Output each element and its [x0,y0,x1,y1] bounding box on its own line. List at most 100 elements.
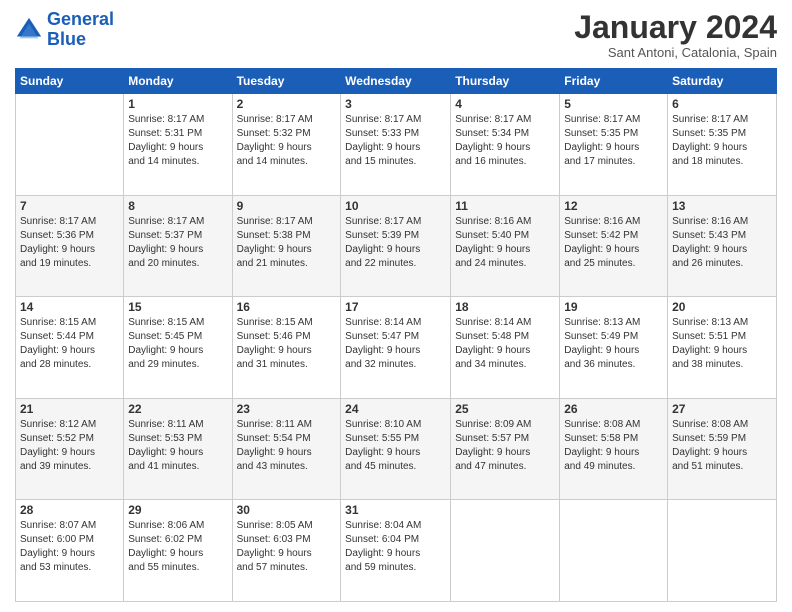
calendar-cell: 30 Sunrise: 8:05 AM Sunset: 6:03 PM Dayli… [232,500,341,602]
day-number: 13 [672,199,772,213]
calendar-cell: 4 Sunrise: 8:17 AM Sunset: 5:34 PM Daylig… [451,94,560,196]
day-number: 8 [128,199,227,213]
day-info: Sunrise: 8:15 AM Sunset: 5:44 PM Dayligh… [20,316,119,372]
day-info: Sunrise: 8:09 AM Sunset: 5:57 PM Dayligh… [455,418,555,474]
day-number: 6 [672,97,772,111]
day-info: Sunrise: 8:05 AM Sunset: 6:03 PM Dayligh… [237,519,337,575]
month-title: January 2024 [574,10,777,45]
day-info: Sunrise: 8:11 AM Sunset: 5:54 PM Dayligh… [237,418,337,474]
day-number: 30 [237,503,337,517]
day-info: Sunrise: 8:16 AM Sunset: 5:42 PM Dayligh… [564,215,663,271]
day-info: Sunrise: 8:12 AM Sunset: 5:52 PM Dayligh… [20,418,119,474]
calendar-cell: 2 Sunrise: 8:17 AM Sunset: 5:32 PM Daylig… [232,94,341,196]
day-info: Sunrise: 8:13 AM Sunset: 5:49 PM Dayligh… [564,316,663,372]
logo-text: General Blue [47,10,114,50]
calendar-cell [668,500,777,602]
day-number: 29 [128,503,227,517]
calendar-cell: 31 Sunrise: 8:04 AM Sunset: 6:04 PM Dayli… [341,500,451,602]
week-row-4: 21Sunrise: 8:12 AM Sunset: 5:52 PM Dayli… [16,398,777,500]
day-number: 28 [20,503,119,517]
day-info: Sunrise: 8:06 AM Sunset: 6:02 PM Dayligh… [128,519,227,575]
day-number: 31 [345,503,446,517]
calendar-header-row: SundayMondayTuesdayWednesdayThursdayFrid… [16,69,777,94]
calendar-cell: 23 Sunrise: 8:11 AM Sunset: 5:54 PM Dayli… [232,398,341,500]
day-info: Sunrise: 8:14 AM Sunset: 5:48 PM Dayligh… [455,316,555,372]
day-info: Sunrise: 8:15 AM Sunset: 5:46 PM Dayligh… [237,316,337,372]
day-number: 27 [672,402,772,416]
day-number: 9 [237,199,337,213]
day-info: Sunrise: 8:17 AM Sunset: 5:31 PM Dayligh… [128,113,227,169]
calendar-cell: 29 Sunrise: 8:06 AM Sunset: 6:02 PM Dayli… [124,500,232,602]
day-info: Sunrise: 8:17 AM Sunset: 5:34 PM Dayligh… [455,113,555,169]
day-info: Sunrise: 8:17 AM Sunset: 5:38 PM Dayligh… [237,215,337,271]
day-number: 14 [20,300,119,314]
calendar-cell: 6 Sunrise: 8:17 AM Sunset: 5:35 PM Daylig… [668,94,777,196]
calendar-body: 1 Sunrise: 8:17 AM Sunset: 5:31 PM Daylig… [16,94,777,602]
day-info: Sunrise: 8:16 AM Sunset: 5:40 PM Dayligh… [455,215,555,271]
calendar-cell: 25 Sunrise: 8:09 AM Sunset: 5:57 PM Dayli… [451,398,560,500]
week-row-3: 14 Sunrise: 8:15 AM Sunset: 5:44 PM Dayli… [16,297,777,399]
day-info: Sunrise: 8:11 AM Sunset: 5:53 PM Dayligh… [128,418,227,474]
day-info: Sunrise: 8:14 AM Sunset: 5:47 PM Dayligh… [345,316,446,372]
calendar-cell: 3Sunrise: 8:17 AM Sunset: 5:33 PM Daylig… [341,94,451,196]
col-header-wednesday: Wednesday [341,69,451,94]
calendar-table: SundayMondayTuesdayWednesdayThursdayFrid… [15,68,777,602]
day-number: 7 [20,199,119,213]
location: Sant Antoni, Catalonia, Spain [574,45,777,60]
day-number: 25 [455,402,555,416]
calendar-cell: 9 Sunrise: 8:17 AM Sunset: 5:38 PM Daylig… [232,195,341,297]
calendar-cell: 26Sunrise: 8:08 AM Sunset: 5:58 PM Dayli… [560,398,668,500]
day-number: 10 [345,199,446,213]
day-number: 11 [455,199,555,213]
week-row-5: 28Sunrise: 8:07 AM Sunset: 6:00 PM Dayli… [16,500,777,602]
week-row-1: 1 Sunrise: 8:17 AM Sunset: 5:31 PM Daylig… [16,94,777,196]
day-info: Sunrise: 8:13 AM Sunset: 5:51 PM Dayligh… [672,316,772,372]
logo: General Blue [15,10,114,50]
day-number: 4 [455,97,555,111]
logo-icon [15,16,43,44]
header: General Blue January 2024 Sant Antoni, C… [15,10,777,60]
day-info: Sunrise: 8:04 AM Sunset: 6:04 PM Dayligh… [345,519,446,575]
calendar-cell: 7 Sunrise: 8:17 AM Sunset: 5:36 PM Daylig… [16,195,124,297]
calendar-cell [16,94,124,196]
day-number: 24 [345,402,446,416]
day-info: Sunrise: 8:08 AM Sunset: 5:59 PM Dayligh… [672,418,772,474]
day-number: 20 [672,300,772,314]
calendar-cell: 22 Sunrise: 8:11 AM Sunset: 5:53 PM Dayli… [124,398,232,500]
calendar-cell: 18 Sunrise: 8:14 AM Sunset: 5:48 PM Dayli… [451,297,560,399]
col-header-monday: Monday [124,69,232,94]
day-info: Sunrise: 8:16 AM Sunset: 5:43 PM Dayligh… [672,215,772,271]
calendar-cell: 16 Sunrise: 8:15 AM Sunset: 5:46 PM Dayli… [232,297,341,399]
col-header-tuesday: Tuesday [232,69,341,94]
calendar-cell: 19Sunrise: 8:13 AM Sunset: 5:49 PM Dayli… [560,297,668,399]
day-info: Sunrise: 8:17 AM Sunset: 5:32 PM Dayligh… [237,113,337,169]
week-row-2: 7 Sunrise: 8:17 AM Sunset: 5:36 PM Daylig… [16,195,777,297]
day-info: Sunrise: 8:17 AM Sunset: 5:36 PM Dayligh… [20,215,119,271]
calendar-cell: 14 Sunrise: 8:15 AM Sunset: 5:44 PM Dayli… [16,297,124,399]
day-number: 17 [345,300,446,314]
col-header-friday: Friday [560,69,668,94]
calendar-cell: 17 Sunrise: 8:14 AM Sunset: 5:47 PM Dayli… [341,297,451,399]
calendar-cell: 12Sunrise: 8:16 AM Sunset: 5:42 PM Dayli… [560,195,668,297]
day-number: 22 [128,402,227,416]
day-info: Sunrise: 8:17 AM Sunset: 5:35 PM Dayligh… [672,113,772,169]
day-info: Sunrise: 8:10 AM Sunset: 5:55 PM Dayligh… [345,418,446,474]
calendar-cell [451,500,560,602]
calendar-cell: 28Sunrise: 8:07 AM Sunset: 6:00 PM Dayli… [16,500,124,602]
title-block: January 2024 Sant Antoni, Catalonia, Spa… [574,10,777,60]
calendar-cell: 21Sunrise: 8:12 AM Sunset: 5:52 PM Dayli… [16,398,124,500]
day-info: Sunrise: 8:08 AM Sunset: 5:58 PM Dayligh… [564,418,663,474]
day-number: 2 [237,97,337,111]
calendar-cell: 27 Sunrise: 8:08 AM Sunset: 5:59 PM Dayli… [668,398,777,500]
col-header-thursday: Thursday [451,69,560,94]
day-number: 18 [455,300,555,314]
day-info: Sunrise: 8:17 AM Sunset: 5:37 PM Dayligh… [128,215,227,271]
day-number: 23 [237,402,337,416]
day-number: 16 [237,300,337,314]
calendar-cell: 24 Sunrise: 8:10 AM Sunset: 5:55 PM Dayli… [341,398,451,500]
col-header-sunday: Sunday [16,69,124,94]
calendar-cell: 5Sunrise: 8:17 AM Sunset: 5:35 PM Daylig… [560,94,668,196]
day-number: 1 [128,97,227,111]
page: General Blue January 2024 Sant Antoni, C… [0,0,792,612]
calendar-cell [560,500,668,602]
